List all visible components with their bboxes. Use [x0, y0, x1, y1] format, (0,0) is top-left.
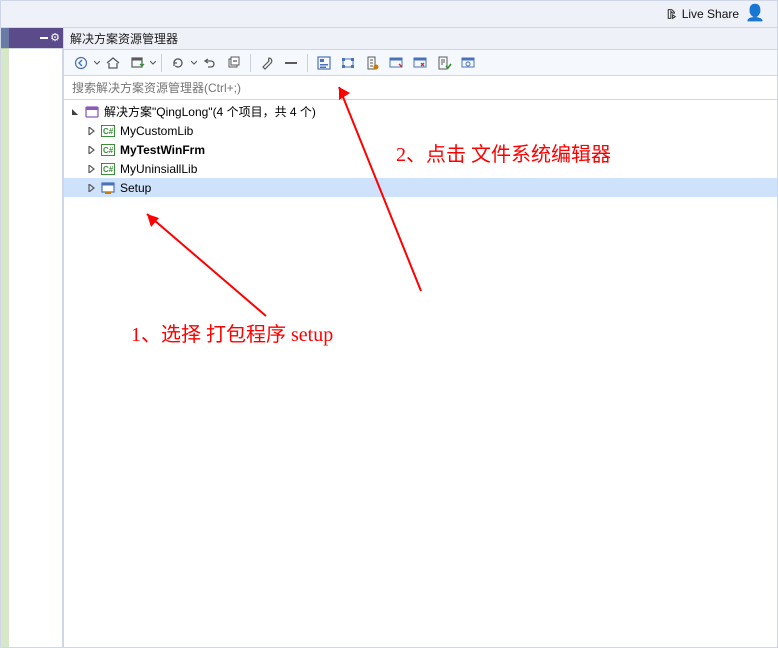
csharp-project-icon: C#: [100, 123, 116, 139]
expand-icon[interactable]: [84, 162, 98, 176]
collapsed-tool-window-header[interactable]: ⚙: [9, 28, 63, 48]
svg-text:C#: C#: [103, 146, 114, 155]
solution-tree: 解决方案"QingLong"(4 个项目，共 4 个) C# MyCustomL…: [64, 100, 778, 648]
expand-icon[interactable]: [84, 143, 98, 157]
project-label: MyTestWinFrm: [118, 143, 205, 157]
svg-text:C#: C#: [103, 127, 114, 136]
project-node[interactable]: C# MyCustomLib: [64, 121, 778, 140]
launch-conditions-editor-button[interactable]: [433, 52, 455, 74]
separator: [250, 54, 251, 72]
editor-6-button[interactable]: [457, 52, 479, 74]
refresh-button[interactable]: [167, 52, 189, 74]
left-margin-green: [1, 48, 9, 648]
project-label: MyCustomLib: [118, 124, 193, 138]
dash-icon: [40, 37, 48, 39]
live-share-button[interactable]: Live Share: [663, 7, 739, 21]
solution-explorer-panel: 解决方案资源管理器: [63, 28, 778, 648]
expand-icon[interactable]: [84, 124, 98, 138]
live-share-icon: [663, 7, 677, 21]
gear-icon: ⚙: [50, 33, 60, 44]
file-types-editor-button[interactable]: [361, 52, 383, 74]
project-label: Setup: [118, 181, 151, 195]
top-menu-bar: Live Share 👤: [1, 1, 777, 28]
project-label: MyUninsiallLib: [118, 162, 197, 176]
sync-with-active-button[interactable]: [126, 52, 148, 74]
collapse-all-button[interactable]: [223, 52, 245, 74]
undo-button[interactable]: [199, 52, 221, 74]
file-system-editor-button[interactable]: [313, 52, 335, 74]
ui-editor-button[interactable]: [385, 52, 407, 74]
separator: [307, 54, 308, 72]
solution-label: 解决方案"QingLong"(4 个项目，共 4 个): [102, 103, 316, 120]
solution-explorer-toolbar: [64, 50, 778, 76]
search-box[interactable]: [64, 76, 778, 100]
csharp-project-icon: C#: [100, 161, 116, 177]
show-all-files-button[interactable]: [280, 52, 302, 74]
solution-node[interactable]: 解决方案"QingLong"(4 个项目，共 4 个): [64, 102, 778, 121]
setup-project-icon: [100, 180, 116, 196]
home-button[interactable]: [102, 52, 124, 74]
live-share-label: Live Share: [682, 7, 739, 21]
left-rail-slate: [1, 28, 9, 48]
custom-actions-editor-button[interactable]: [409, 52, 431, 74]
sync-dropdown[interactable]: [150, 60, 156, 66]
separator: [161, 54, 162, 72]
properties-button[interactable]: [256, 52, 278, 74]
app-root: Live Share 👤 ⚙ 解决方案资源管理器: [0, 0, 778, 648]
svg-text:C#: C#: [103, 165, 114, 174]
registry-editor-button[interactable]: [337, 52, 359, 74]
project-node-setup[interactable]: Setup: [64, 178, 778, 197]
refresh-dropdown[interactable]: [191, 60, 197, 66]
csharp-project-icon: C#: [100, 142, 116, 158]
panel-title: 解决方案资源管理器: [70, 30, 178, 47]
back-button[interactable]: [70, 52, 92, 74]
panel-title-bar[interactable]: 解决方案资源管理器: [64, 28, 778, 50]
search-input[interactable]: [64, 76, 778, 99]
solution-icon: [84, 104, 100, 120]
expand-icon[interactable]: [84, 181, 98, 195]
collapse-icon[interactable]: [68, 105, 82, 119]
editor-placeholder: [9, 48, 63, 648]
project-node[interactable]: C# MyUninsiallLib: [64, 159, 778, 178]
project-node[interactable]: C# MyTestWinFrm: [64, 140, 778, 159]
account-icon[interactable]: 👤: [745, 6, 765, 22]
back-dropdown[interactable]: [94, 60, 100, 66]
